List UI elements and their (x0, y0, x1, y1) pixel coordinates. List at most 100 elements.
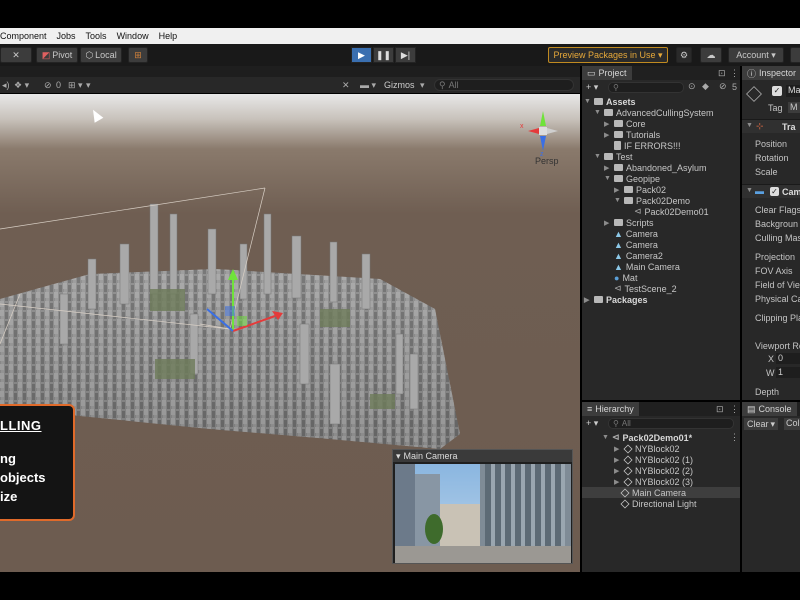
project-search-input[interactable]: ⚲ (608, 82, 684, 93)
tools-button[interactable]: ✕ (0, 47, 32, 63)
tree-item-camera2[interactable]: ▲ Camera2 (604, 250, 663, 261)
lock-icon[interactable]: ⊡ (718, 68, 726, 79)
active-checkbox[interactable]: ✓ (772, 86, 782, 96)
tree-item-tutorials[interactable]: ▶ Tutorials (604, 129, 660, 140)
prefab-icon: ▲ (614, 250, 623, 261)
collapse-button[interactable]: Coll (784, 418, 800, 430)
cloud-button[interactable]: ☁ (700, 47, 722, 63)
tree-item-mat[interactable]: ● Mat (604, 272, 637, 283)
tree-item-pack02demo[interactable]: ▼ Pack02Demo (614, 195, 690, 206)
projection-label: Projection (755, 252, 796, 262)
tag-dropdown[interactable]: M (788, 102, 800, 113)
scene-menu-icon[interactable]: ⋮ (730, 432, 739, 443)
viewport-x-field[interactable]: 0 (776, 353, 800, 364)
console-panel: ▤ Console Clear ▾ Coll (742, 402, 800, 572)
hierarchy-item-directional-light[interactable]: Directional Light (620, 498, 697, 509)
transform-header[interactable]: ▼ ⊹ Tra (742, 119, 800, 133)
filter-icon[interactable]: ⊙ (688, 81, 696, 92)
services-button[interactable]: ⚙ (676, 47, 692, 63)
tab-inspector[interactable]: ⓘ Inspector (742, 66, 800, 80)
top-letterbox (0, 0, 800, 28)
menu-dots-icon[interactable]: ⋮ (730, 68, 739, 79)
hierarchy-item-main-camera[interactable]: Main Camera (582, 487, 740, 498)
add-icon[interactable]: + ▾ (586, 82, 598, 93)
tree-item-core[interactable]: ▶ Core (604, 118, 646, 129)
camera-dropdown-icon[interactable]: ▬ ▾ (360, 80, 376, 91)
add-icon[interactable]: + ▾ (586, 418, 598, 429)
tree-item-camera-2[interactable]: ▲ Camera (604, 239, 658, 250)
hierarchy-item-nyblock02-1[interactable]: ▶ NYBlock02 (1) (614, 454, 693, 465)
audio-icon[interactable]: ◂) (2, 80, 10, 91)
hierarchy-item-nyblock02-3[interactable]: ▶ NYBlock02 (3) (614, 476, 693, 487)
inspector-panel: ⓘ Inspector ✓ Ma Tag M ▼ ⊹ Tra Position … (742, 66, 800, 400)
tree-item-advancedcullingsystem[interactable]: ▼ AdvancedCullingSystem (594, 107, 714, 118)
tree-item-abandoned-asylum[interactable]: ▶ Abandoned_Asylum (604, 162, 707, 173)
persp-label[interactable]: Persp (535, 156, 559, 166)
tab-project[interactable]: ▭ Project (582, 66, 632, 80)
menu-tools[interactable]: Tools (86, 31, 107, 41)
hidden-objects-icon[interactable]: ⊘ (44, 80, 52, 91)
step-button[interactable]: ▶| (395, 47, 416, 63)
tools-icon[interactable]: ✕ (342, 80, 350, 91)
tree-item-packages[interactable]: ▶ Packages (584, 294, 648, 305)
tree-item-test[interactable]: ▼ Test (594, 151, 633, 162)
menu-jobs[interactable]: Jobs (57, 31, 76, 41)
tree-item-main-camera[interactable]: ▲ Main Camera (604, 261, 680, 272)
folder-icon (624, 186, 633, 193)
folder-icon (614, 175, 623, 182)
hierarchy-search-input[interactable]: ⚲ All (608, 418, 734, 429)
scene-toolbar: ◂) ❖ ▾ ⊘ 0 ⊞ ▾ ▾ ✕ ▬ ▾ Gizmos ▾ ⚲ All (0, 77, 580, 93)
play-button[interactable]: ▶ (351, 47, 372, 63)
more-icon[interactable]: ▾ (86, 80, 91, 91)
grid-snap-button[interactable]: ⊞ (128, 47, 148, 63)
tree-item-pack02demo01[interactable]: ⊲ Pack02Demo01 (624, 206, 709, 217)
grid-icon[interactable]: ⊞ ▾ (68, 80, 83, 91)
clear-dropdown[interactable]: Clear ▾ (744, 418, 779, 430)
scene-icon: ⊲ (612, 432, 620, 442)
tree-item-if-errors[interactable]: IF ERRORS!!! (604, 140, 681, 151)
pivot-toggle[interactable]: ◩ Pivot (36, 47, 78, 63)
hidden-packages-icon[interactable]: ⊘ (719, 81, 727, 92)
tutorial-callout: LLING ng objects ize (0, 404, 75, 521)
tree-item-pack02[interactable]: ▶ Pack02 (614, 184, 666, 195)
camera-component-header[interactable]: ▼ ▬ ✓ Cam (742, 184, 800, 198)
label-icon[interactable]: ◆ (702, 81, 709, 92)
local-toggle[interactable]: ⬡ Local (80, 47, 122, 63)
scale-label: Scale (755, 167, 778, 177)
menu-component[interactable]: Component (0, 31, 47, 41)
hierarchy-item-nyblock02[interactable]: ▶ NYBlock02 (614, 443, 680, 454)
pause-button[interactable]: ❚❚ (373, 47, 394, 63)
tree-item-assets[interactable]: ▼ Assets (584, 96, 636, 107)
tab-console[interactable]: ▤ Console (742, 402, 797, 416)
gizmos-chevron-icon[interactable]: ▾ (420, 80, 425, 91)
tree-item-testscene-2[interactable]: ⊲ TestScene_2 (604, 283, 677, 294)
rotation-label: Rotation (755, 153, 789, 163)
viewport-w-field[interactable]: 1 (776, 367, 800, 378)
hierarchy-scene-root[interactable]: ▼ ⊲ Pack02Demo01* (602, 432, 692, 443)
chevron-down-icon[interactable]: ▾ (396, 451, 401, 462)
project-tab-label: Project (598, 68, 627, 78)
local-icon: ⬡ (85, 49, 94, 60)
tree-item-scripts[interactable]: ▶ Scripts (604, 217, 654, 228)
scene-search-input[interactable]: ⚲ All (434, 79, 574, 91)
account-dropdown[interactable]: Account ▾ (728, 47, 784, 63)
position-label: Position (755, 139, 788, 149)
layers-dropdown[interactable] (790, 47, 800, 63)
tab-hierarchy[interactable]: ≡ Hierarchy (582, 402, 639, 416)
gizmos-dropdown[interactable]: Gizmos (384, 80, 415, 90)
tree-item-geopipe[interactable]: ▼ Geopipe (604, 173, 660, 184)
hierarchy-item-nyblock02-2[interactable]: ▶ NYBlock02 (2) (614, 465, 693, 476)
lock-icon[interactable]: ⊡ (716, 404, 724, 415)
hierarchy-tab-label: Hierarchy (595, 404, 634, 414)
gameobject-icon (746, 86, 762, 102)
hierarchy-search-placeholder: All (621, 419, 631, 428)
object-name-field[interactable]: Ma (786, 85, 800, 97)
preview-packages-button[interactable]: Preview Packages in Use ▾ (548, 47, 668, 63)
menu-help[interactable]: Help (159, 31, 178, 41)
orientation-gizmo[interactable]: x z Persp (518, 106, 568, 166)
tree-item-camera[interactable]: ▲ Camera (604, 228, 658, 239)
menu-dots-icon[interactable]: ⋮ (730, 404, 739, 415)
fx-icon[interactable]: ❖ ▾ (14, 80, 29, 91)
menu-window[interactable]: Window (117, 31, 149, 41)
play-icon: ▶ (358, 49, 365, 60)
